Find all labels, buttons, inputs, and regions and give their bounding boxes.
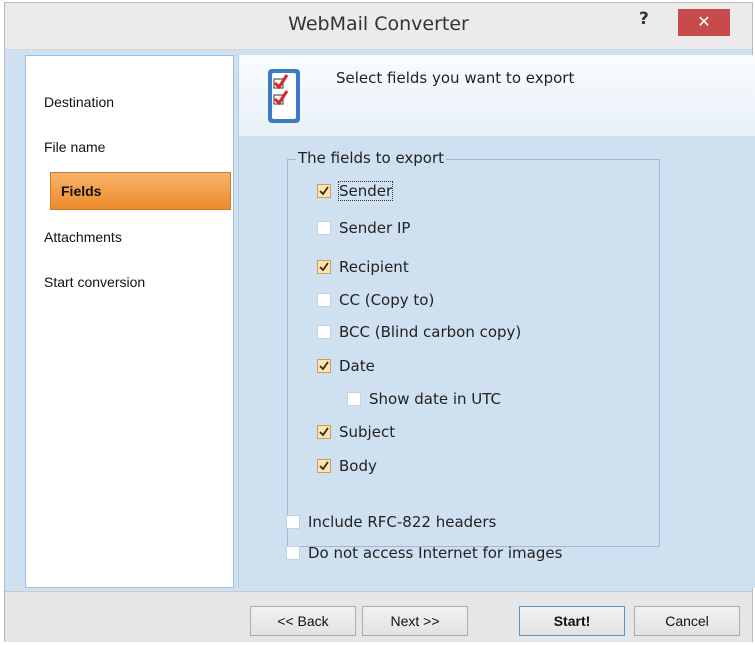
checkbox-box[interactable] (317, 293, 331, 307)
sender-ip-label: Sender IP (339, 219, 411, 237)
checkbox-box[interactable] (317, 184, 331, 198)
sidebar-item-fields[interactable]: Fields (50, 172, 231, 210)
start-button[interactable]: Start! (519, 606, 625, 636)
next-button[interactable]: Next >> (362, 606, 468, 636)
checkbox-box[interactable] (317, 325, 331, 339)
button-bar: << Back Next >> Start! Cancel (5, 591, 752, 642)
checkbox-box[interactable] (317, 221, 331, 235)
bcc-label: BCC (Blind carbon copy) (339, 323, 522, 341)
cancel-button[interactable]: Cancel (634, 606, 740, 636)
sidebar-item-attachments[interactable]: Attachments (44, 229, 234, 245)
title-bar: WebMail Converter ? ✕ (5, 3, 752, 50)
checkmark-icon (319, 262, 329, 272)
checkbox-box[interactable] (347, 392, 361, 406)
close-button[interactable]: ✕ (678, 9, 730, 36)
include-rfc822-label: Include RFC-822 headers (308, 513, 497, 531)
checkbox-box[interactable] (317, 459, 331, 473)
webmail-converter-window: WebMail Converter ? ✕ Destination File n… (4, 2, 755, 642)
checklist-icon (268, 69, 300, 123)
fields-page: Select fields you want to export The fie… (238, 55, 755, 588)
no-internet-images-label: Do not access Internet for images (308, 544, 563, 562)
sidebar-item-destination[interactable]: Destination (44, 94, 234, 110)
checkbox-box[interactable] (317, 425, 331, 439)
back-button[interactable]: << Back (250, 606, 356, 636)
subject-label: Subject (339, 423, 396, 441)
cc-label: CC (Copy to) (339, 291, 435, 309)
body-label: Body (339, 457, 377, 475)
sidebar-item-start-conversion[interactable]: Start conversion (44, 274, 234, 290)
checkbox-box[interactable] (286, 515, 300, 529)
checkbox-box[interactable] (317, 260, 331, 274)
checkmark-icon (319, 186, 329, 196)
sender-label: Sender (337, 181, 394, 201)
recipient-label: Recipient (339, 258, 409, 276)
checkbox-box[interactable] (317, 359, 331, 373)
help-button[interactable]: ? (639, 9, 649, 29)
page-header: Select fields you want to export (239, 55, 755, 136)
fields-group-legend: The fields to export (296, 149, 447, 167)
wizard-sidebar: Destination File name Fields Attachments… (25, 55, 234, 588)
fields-groupbox: The fields to export Sender Sender IP Re… (287, 149, 660, 547)
checkmark-icon (319, 361, 329, 371)
checkmark-icon (319, 427, 329, 437)
checkbox-box[interactable] (286, 546, 300, 560)
page-instruction: Select fields you want to export (336, 69, 575, 87)
sidebar-item-file-name[interactable]: File name (44, 139, 234, 155)
date-label: Date (339, 357, 375, 375)
checkmark-icon (319, 461, 329, 471)
show-date-utc-label: Show date in UTC (369, 390, 502, 408)
